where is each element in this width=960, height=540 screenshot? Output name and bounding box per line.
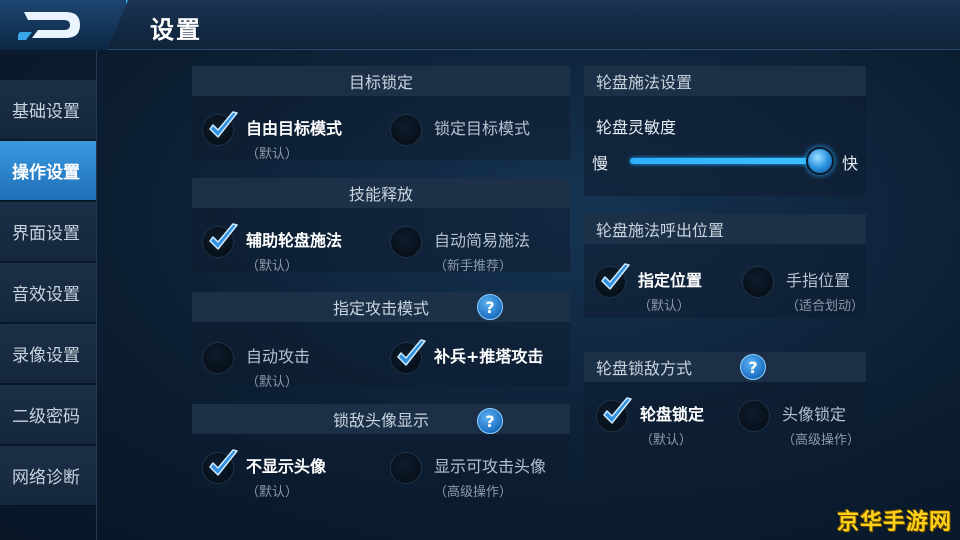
assist-wheel-radio[interactable] (202, 223, 238, 258)
wheel-lock-option[interactable]: 轮盘锁定 （默认） (596, 397, 705, 448)
auto-attack-label: 自动攻击 (246, 347, 311, 366)
sensitivity-slider-track[interactable] (630, 158, 820, 164)
free-target-sub: （默认） (246, 147, 299, 162)
enemy-avatar-title: 锁敌头像显示 ? (192, 404, 570, 434)
wheel-position-panel: 轮盘施法呼出位置 指定位置 （默认） 手指位置 （适合划动） (584, 214, 866, 318)
wheel-lock-sub: （默认） (640, 433, 693, 448)
sidebar-item-replay[interactable]: 录像设置 (0, 324, 96, 384)
hide-avatar-sub: （默认） (246, 485, 299, 500)
avatar-lock-sub: （高级操作） (782, 433, 861, 448)
auto-attack-option[interactable]: 自动攻击 （默认） (202, 342, 310, 390)
minion-tower-radio[interactable] (390, 339, 426, 374)
wheel-settings-title: 轮盘施法设置 (584, 66, 866, 96)
finger-position-option[interactable]: 手指位置 （适合划动） (742, 266, 864, 314)
lock-target-radio[interactable] (390, 114, 422, 146)
sensitivity-slider-knob[interactable] (806, 147, 834, 175)
assist-wheel-label: 辅助轮盘施法 (246, 231, 343, 250)
fixed-position-radio[interactable] (594, 263, 630, 298)
auto-attack-sub: （默认） (246, 375, 299, 390)
assist-wheel-option[interactable]: 辅助轮盘施法 （默认） (202, 223, 343, 274)
attack-mode-panel: 指定攻击模式 ? 自动攻击 （默认） 补兵+推塔攻击 (192, 292, 570, 390)
skill-cast-title: 技能释放 (192, 178, 570, 208)
wheel-lock-panel: 轮盘锁敌方式 ? 轮盘锁定 （默认） 头像锁定 （高级操作） (584, 352, 866, 490)
checkmark-icon (603, 397, 632, 424)
hide-avatar-option[interactable]: 不显示头像 （默认） (202, 449, 327, 500)
fixed-position-sub: （默认） (638, 299, 691, 314)
attack-mode-help-icon[interactable]: ? (477, 294, 503, 320)
checkmark-icon (209, 449, 238, 476)
auto-simple-sub: （新手推荐） (434, 259, 513, 274)
checkmark-icon (209, 111, 238, 138)
wheel-position-title: 轮盘施法呼出位置 (584, 214, 866, 244)
target-lock-title: 目标锁定 (192, 66, 570, 96)
attack-mode-title: 指定攻击模式 ? (192, 292, 570, 322)
sidebar-item-controls[interactable]: 操作设置 (0, 141, 96, 201)
avatar-lock-radio[interactable] (738, 400, 770, 432)
fixed-position-option[interactable]: 指定位置 （默认） (594, 263, 703, 314)
sidebar-item-basic[interactable]: 基础设置 (0, 80, 96, 140)
sensitivity-label: 轮盘灵敏度 (596, 118, 677, 137)
auto-simple-option[interactable]: 自动简易施法 （新手推荐） (390, 226, 530, 274)
wheel-lock-radio[interactable] (596, 397, 632, 432)
page-title: 设置 (150, 16, 202, 44)
target-lock-panel: 目标锁定 自由目标模式 （默认） 锁定目标模式 (192, 66, 570, 162)
skill-cast-panel: 技能释放 辅助轮盘施法 （默认） 自动简易施法 （新手推荐） (192, 178, 570, 274)
attack-mode-title-text: 指定攻击模式 (332, 299, 429, 318)
header-bar: 设置 (0, 0, 960, 50)
hide-avatar-label: 不显示头像 (246, 457, 327, 476)
slider-fast-label: 快 (842, 154, 859, 173)
finger-position-sub: （适合划动） (786, 299, 865, 314)
lock-target-label: 锁定目标模式 (434, 119, 531, 138)
assist-wheel-sub: （默认） (246, 259, 299, 274)
checkmark-icon (397, 339, 426, 366)
auto-attack-radio[interactable] (202, 342, 234, 374)
back-button[interactable] (0, 0, 128, 50)
slider-slow-label: 慢 (592, 154, 609, 173)
avatar-lock-label: 头像锁定 (782, 405, 847, 424)
lock-target-option[interactable]: 锁定目标模式 (390, 114, 530, 146)
enemy-avatar-panel: 锁敌头像显示 ? 不显示头像 （默认） 显示可攻击头像 （高级操作） (192, 404, 570, 500)
finger-position-label: 手指位置 (786, 271, 851, 290)
auto-simple-label: 自动简易施法 (434, 231, 531, 250)
free-target-radio[interactable] (202, 111, 238, 146)
minion-tower-label: 补兵+推塔攻击 (434, 347, 544, 366)
free-target-option[interactable]: 自由目标模式 （默认） (202, 111, 343, 162)
back-arrow-icon (18, 12, 80, 40)
site-watermark: 京华手游网 (836, 510, 952, 535)
show-avatar-label: 显示可攻击头像 (434, 457, 547, 476)
avatar-lock-option[interactable]: 头像锁定 （高级操作） (738, 400, 860, 448)
sidebar: 基础设置 操作设置 界面设置 音效设置 录像设置 二级密码 网络诊断 (0, 80, 96, 507)
wheel-lock-title: 轮盘锁敌方式 ? (584, 352, 866, 382)
wheel-lock-label: 轮盘锁定 (640, 405, 705, 424)
show-avatar-sub: （高级操作） (434, 485, 513, 500)
checkmark-icon (209, 223, 238, 250)
hide-avatar-radio[interactable] (202, 449, 238, 484)
wheel-lock-help-icon[interactable]: ? (740, 354, 766, 380)
finger-position-radio[interactable] (742, 266, 774, 298)
auto-simple-radio[interactable] (390, 226, 422, 258)
minion-tower-option[interactable]: 补兵+推塔攻击 (390, 339, 544, 374)
checkmark-icon (601, 263, 630, 290)
show-avatar-radio[interactable] (390, 452, 422, 484)
sidebar-item-sound[interactable]: 音效设置 (0, 263, 96, 323)
wheel-lock-title-text: 轮盘锁敌方式 (596, 359, 693, 378)
sidebar-item-password[interactable]: 二级密码 (0, 385, 96, 445)
wheel-settings-panel: 轮盘施法设置 轮盘灵敏度 慢 快 (584, 66, 866, 196)
sidebar-item-network[interactable]: 网络诊断 (0, 446, 96, 506)
free-target-label: 自由目标模式 (246, 119, 343, 138)
enemy-avatar-title-text: 锁敌头像显示 (332, 411, 429, 430)
show-avatar-option[interactable]: 显示可攻击头像 （高级操作） (390, 452, 546, 500)
sidebar-item-interface[interactable]: 界面设置 (0, 202, 96, 262)
enemy-avatar-help-icon[interactable]: ? (477, 408, 503, 434)
fixed-position-label: 指定位置 (638, 271, 703, 290)
